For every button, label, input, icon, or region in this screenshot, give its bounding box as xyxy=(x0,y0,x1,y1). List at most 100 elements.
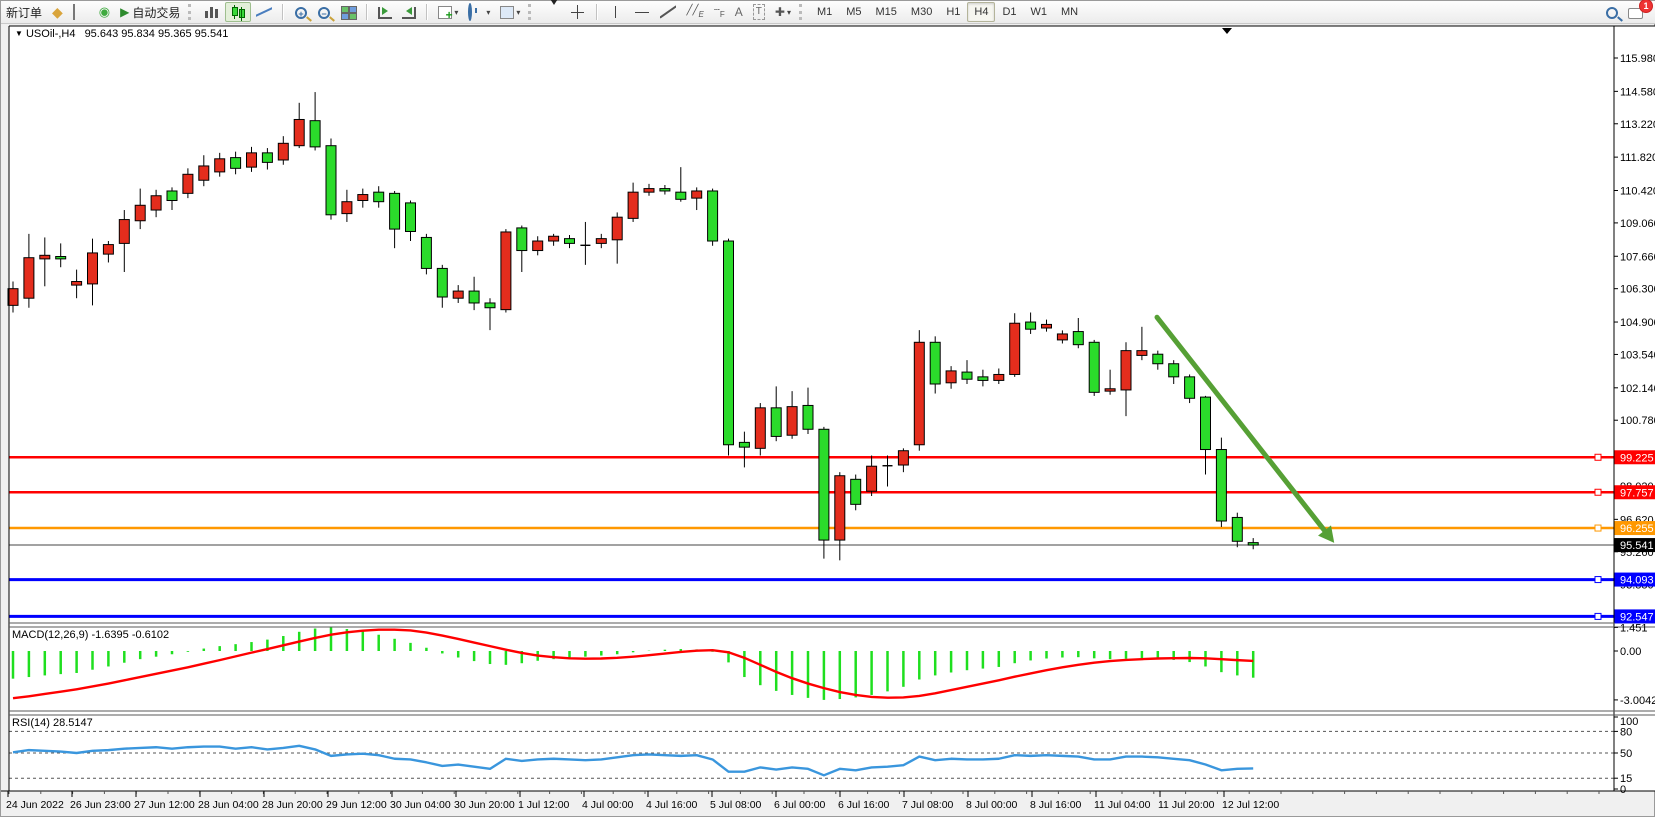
time-axis-label[interactable]: 5 Jul 08:00 xyxy=(710,799,762,811)
chart-shift-icon[interactable] xyxy=(397,2,421,22)
time-axis-label[interactable]: 6 Jul 00:00 xyxy=(774,799,826,811)
text-label-icon[interactable]: T xyxy=(748,2,770,22)
candle-body xyxy=(151,196,161,210)
candle-body xyxy=(342,202,352,214)
candle-body xyxy=(708,191,718,241)
chart-ohlc-readout: 95.643 95.834 95.365 95.541 xyxy=(85,28,229,40)
candlestick-chart-icon[interactable] xyxy=(225,2,251,22)
time-axis-label[interactable]: 30 Jun 04:00 xyxy=(390,799,451,811)
search-icon[interactable] xyxy=(1600,2,1623,22)
timeframe-button-w1[interactable]: W1 xyxy=(1024,2,1055,22)
timeframe-button-h1[interactable]: H1 xyxy=(939,2,967,22)
time-axis-label[interactable]: 1 Jul 12:00 xyxy=(518,799,570,811)
templates-icon[interactable]: ▾ xyxy=(495,2,525,22)
candle-body xyxy=(676,192,686,199)
indicators-list-icon[interactable]: +▾ xyxy=(433,2,463,22)
time-axis-label[interactable]: 4 Jul 16:00 xyxy=(646,799,698,811)
line-handle[interactable] xyxy=(1595,613,1601,619)
time-axis-label[interactable]: 6 Jul 16:00 xyxy=(838,799,890,811)
periods-icon[interactable]: ▾ xyxy=(463,2,495,22)
time-axis-label[interactable]: 12 Jul 12:00 xyxy=(1222,799,1279,811)
time-axis-label[interactable]: 4 Jul 00:00 xyxy=(582,799,634,811)
time-axis-label[interactable]: 24 Jun 2022 xyxy=(6,799,64,811)
time-axis-label[interactable]: 28 Jun 04:00 xyxy=(198,799,259,811)
toolbar-separator xyxy=(426,4,428,20)
autotrading-button[interactable]: ▶自动交易 xyxy=(115,2,185,22)
time-axis-label[interactable]: 8 Jul 00:00 xyxy=(966,799,1018,811)
timeframe-button-m5[interactable]: M5 xyxy=(839,2,868,22)
toolbar-grip xyxy=(188,4,196,20)
candle-body xyxy=(1010,323,1020,374)
price-tick-label: 107.660 xyxy=(1620,251,1655,263)
price-tick-label: 109.060 xyxy=(1620,218,1655,230)
equidistant-channel-icon[interactable]: ╱╱E xyxy=(681,2,708,22)
vertical-line-icon[interactable] xyxy=(603,2,629,22)
horizontal-line-icon[interactable] xyxy=(629,2,655,22)
candle-body xyxy=(803,405,813,429)
fibonacci-icon[interactable]: ┄F xyxy=(709,2,730,22)
line-handle[interactable] xyxy=(1595,454,1601,460)
timeframe-button-m30[interactable]: M30 xyxy=(904,2,939,22)
zoom-in-icon[interactable]: + xyxy=(289,2,312,22)
time-axis-label[interactable]: 7 Jul 08:00 xyxy=(902,799,954,811)
candle-body xyxy=(40,255,50,259)
candle-body xyxy=(199,166,209,180)
time-axis-label[interactable]: 29 Jun 12:00 xyxy=(326,799,387,811)
candle-body xyxy=(374,192,384,202)
auto-scroll-icon[interactable] xyxy=(373,2,397,22)
timeframe-button-d1[interactable]: D1 xyxy=(995,2,1023,22)
trendline-icon[interactable] xyxy=(655,2,681,22)
price-tick-label: 102.140 xyxy=(1620,383,1655,395)
timeframe-button-m1[interactable]: M1 xyxy=(810,2,839,22)
signals-icon[interactable]: ◉ xyxy=(94,2,115,22)
price-axis-area[interactable] xyxy=(1614,26,1655,791)
crosshair-icon[interactable] xyxy=(565,2,591,22)
candle-doji xyxy=(883,465,893,466)
candle-body xyxy=(56,257,66,259)
chart-canvas[interactable]: 115.980114.580113.220111.820110.420109.0… xyxy=(1,1,1655,817)
candle-body xyxy=(247,153,257,167)
price-tick-label: 100.780 xyxy=(1620,415,1655,427)
time-axis-label[interactable]: 30 Jun 20:00 xyxy=(454,799,515,811)
price-tick-label: 114.580 xyxy=(1620,86,1655,98)
rsi-axis-label: 50 xyxy=(1620,748,1632,760)
candle-body xyxy=(1153,354,1163,364)
tile-windows-icon[interactable] xyxy=(335,2,361,22)
new-order-button[interactable]: 新订单 xyxy=(1,2,47,22)
time-axis-label[interactable]: 28 Jun 20:00 xyxy=(262,799,323,811)
price-line-badge-label: 97.757 xyxy=(1620,487,1654,499)
cursor-icon[interactable] xyxy=(539,2,565,22)
price-tick-label: 103.540 xyxy=(1620,349,1655,361)
price-line-badge-label: 94.093 xyxy=(1620,575,1654,587)
symbol-dropdown-icon[interactable]: ▼ xyxy=(15,29,23,38)
bar-chart-icon[interactable] xyxy=(199,2,225,22)
candle-body xyxy=(390,193,400,229)
line-chart-icon[interactable] xyxy=(251,2,277,22)
notifications-chat-icon[interactable]: 1 xyxy=(1623,2,1648,22)
candle-body xyxy=(946,371,956,383)
line-handle[interactable] xyxy=(1595,577,1601,583)
timeframe-button-h4[interactable]: H4 xyxy=(967,2,995,22)
candle-body xyxy=(485,303,495,308)
time-axis-label[interactable]: 27 Jun 12:00 xyxy=(134,799,195,811)
time-axis-label[interactable]: 26 Jun 23:00 xyxy=(70,799,131,811)
arrows-icon[interactable]: ✚▾ xyxy=(770,2,796,22)
candle-body xyxy=(1057,334,1067,340)
toolbar-separator xyxy=(596,4,598,20)
text-icon[interactable]: A xyxy=(730,2,748,22)
candle-body xyxy=(978,377,988,381)
line-handle[interactable] xyxy=(1595,525,1601,531)
line-handle[interactable] xyxy=(1595,489,1601,495)
deposit-icon[interactable]: ◆ xyxy=(47,2,68,22)
candle-body xyxy=(835,476,845,540)
candle-body xyxy=(215,159,225,172)
candle-body xyxy=(183,174,193,193)
time-axis-label[interactable]: 11 Jul 04:00 xyxy=(1094,799,1151,811)
terminal-icon[interactable] xyxy=(68,2,94,22)
time-axis-label[interactable]: 8 Jul 16:00 xyxy=(1030,799,1082,811)
zoom-out-icon[interactable]: − xyxy=(312,2,335,22)
time-axis-label[interactable]: 11 Jul 20:00 xyxy=(1158,799,1215,811)
timeframe-button-mn[interactable]: MN xyxy=(1054,2,1085,22)
candle-body xyxy=(1073,332,1083,345)
timeframe-button-m15[interactable]: M15 xyxy=(869,2,904,22)
